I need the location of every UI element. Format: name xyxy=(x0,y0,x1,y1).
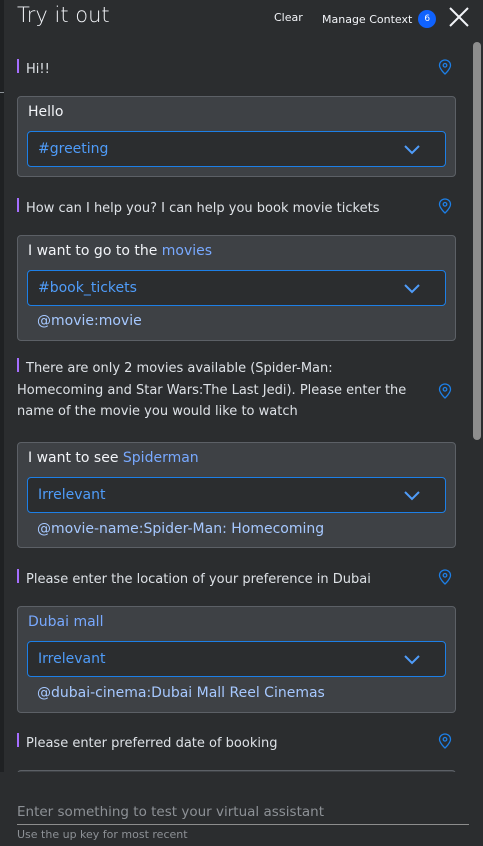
location-pin-icon[interactable] xyxy=(438,59,452,75)
user-message-card: Dubai mall Irrelevant @dubai-cinema:Duba… xyxy=(17,606,456,713)
panel-header: Try it out Clear Manage Context 6 xyxy=(0,0,483,38)
user-message-text: I want to see Spiderman xyxy=(28,450,199,466)
chevron-down-icon xyxy=(404,284,420,294)
entity-highlight: Spiderman xyxy=(122,450,199,466)
bot-message-text: Please enter preferred date of booking xyxy=(26,736,278,751)
intent-dropdown[interactable]: #book_tickets xyxy=(27,270,446,306)
clear-button[interactable]: Clear xyxy=(274,11,303,24)
manage-context-button[interactable]: Manage Context 6 xyxy=(322,10,437,28)
panel-left-edge xyxy=(0,0,4,846)
close-icon xyxy=(449,7,469,27)
intent-dropdown[interactable]: Irrelevant xyxy=(27,641,446,677)
intent-value: Irrelevant xyxy=(38,651,106,667)
user-message-text-part: I want to go to the xyxy=(28,243,162,259)
user-message-text-part: I want to see xyxy=(28,450,123,466)
bot-message-text: How can I help you? I can help you book … xyxy=(26,201,380,216)
entity-tag[interactable]: @movie-name:Spider-Man: Homecoming xyxy=(37,521,324,537)
chevron-down-icon xyxy=(404,491,420,501)
user-message-text: Hello xyxy=(28,104,64,120)
user-message-text: I want to go to the movies xyxy=(28,243,212,259)
bot-message-text: Please enter the location of your prefer… xyxy=(26,572,371,587)
user-message-card: I want to go to the movies #book_tickets… xyxy=(17,235,456,341)
close-button[interactable] xyxy=(447,5,471,29)
context-count-badge: 6 xyxy=(418,10,437,28)
location-pin-icon[interactable] xyxy=(438,383,452,399)
chevron-down-icon xyxy=(404,145,420,155)
user-message-text: Dubai mall xyxy=(28,614,104,630)
bot-message-text: There are only 2 movies available (Spide… xyxy=(17,361,407,419)
scrollbar-thumb[interactable] xyxy=(473,42,481,440)
manage-context-label: Manage Context xyxy=(322,12,413,26)
intent-value: #book_tickets xyxy=(38,280,137,296)
chevron-down-icon xyxy=(404,655,420,665)
entity-tag[interactable]: @movie:movie xyxy=(37,313,142,329)
intent-value: Irrelevant xyxy=(38,487,106,503)
panel-title: Try it out xyxy=(17,3,110,27)
user-message-card: I want to see Spiderman Irrelevant @movi… xyxy=(17,442,456,548)
intent-dropdown[interactable]: #greeting xyxy=(27,131,446,167)
intent-value: #greeting xyxy=(38,141,109,157)
user-message-card: Hello #greeting xyxy=(17,96,456,177)
message-input[interactable] xyxy=(17,801,469,823)
location-pin-icon[interactable] xyxy=(438,733,452,749)
bot-message-text: Hi!! xyxy=(26,62,50,77)
location-pin-icon[interactable] xyxy=(438,198,452,214)
entity-highlight: movies xyxy=(161,243,213,259)
input-hint: Use the up key for most recent xyxy=(17,828,188,841)
entity-tag[interactable]: @dubai-cinema:Dubai Mall Reel Cinemas xyxy=(37,685,325,701)
input-underline xyxy=(17,824,469,825)
intent-dropdown[interactable]: Irrelevant xyxy=(27,477,446,513)
location-pin-icon[interactable] xyxy=(438,569,452,585)
